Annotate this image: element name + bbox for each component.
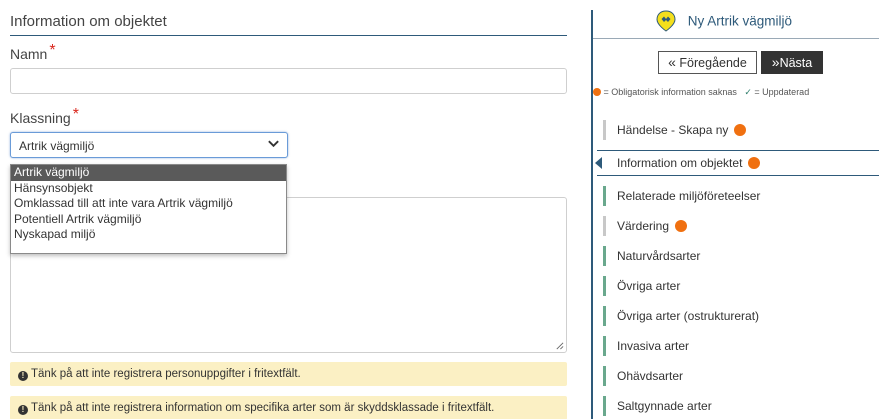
nav-item-label: Övriga arter (ostrukturerat) bbox=[617, 309, 760, 323]
next-button-label: Nästa bbox=[779, 56, 813, 70]
missing-info-dot-icon bbox=[675, 220, 688, 232]
nav-item-label: Övriga arter bbox=[617, 279, 681, 293]
panel-title: Ny Artrik vägmiljö bbox=[655, 10, 792, 32]
warning-icon: ! bbox=[18, 371, 28, 381]
nav-item-saltgynnade-arter[interactable]: Saltgynnade arter bbox=[603, 396, 879, 416]
nav-item-label: Relaterade miljöföreteelser bbox=[617, 189, 761, 203]
nav-status-bar bbox=[603, 246, 606, 266]
klassning-selected-value: Artrik vägmiljö bbox=[19, 139, 95, 153]
warning-protected-species: ! Tänk på att inte registrera information… bbox=[10, 396, 567, 419]
nav-item-label: Naturvårdsarter bbox=[617, 249, 701, 263]
warning-text: Tänk på att inte registrera personuppgif… bbox=[31, 368, 301, 380]
nav-status-bar bbox=[603, 216, 606, 236]
nav-item-label: Ohävdsarter bbox=[617, 369, 684, 383]
chevron-down-icon bbox=[268, 140, 279, 148]
double-chevron-left-icon: « bbox=[668, 54, 676, 70]
nav-status-bar bbox=[603, 336, 606, 356]
section-divider bbox=[10, 35, 567, 36]
klassning-dropdown-list: Artrik vägmiljö Hänsynsobjekt Omklassad … bbox=[10, 164, 287, 254]
nav-item-vardering[interactable]: Värdering bbox=[603, 216, 879, 236]
klassning-label: Klassning * bbox=[10, 106, 79, 128]
panel-header-divider bbox=[593, 38, 879, 39]
nav-item-relaterade[interactable]: Relaterade miljöföreteelser bbox=[603, 186, 879, 206]
nav-item-label: Händelse - Skapa ny bbox=[617, 123, 729, 137]
double-chevron-right-icon: » bbox=[771, 54, 780, 70]
namn-label-text: Namn bbox=[10, 46, 48, 62]
nav-item-label: Information om objektet bbox=[617, 156, 743, 170]
object-info-form: Information om objektet Namn * Klassning *… bbox=[0, 0, 580, 419]
klassning-option[interactable]: Omklassad till att inte vara Artrik vägm… bbox=[11, 196, 286, 212]
namn-input[interactable] bbox=[10, 68, 567, 94]
klassning-select[interactable]: Artrik vägmiljö bbox=[10, 132, 288, 158]
namn-label: Namn * bbox=[10, 42, 56, 64]
warning-text: Tänk på att inte registrera information … bbox=[31, 402, 495, 414]
warning-icon: ! bbox=[18, 405, 28, 415]
nav-item-ohavdsarter[interactable]: Ohävdsarter bbox=[603, 366, 879, 386]
nav-status-bar bbox=[603, 366, 606, 386]
required-marker: * bbox=[49, 42, 56, 59]
wizard-panel: Ny Artrik vägmiljö « Föregående »Nästa =… bbox=[593, 0, 879, 419]
nav-status-bar bbox=[603, 186, 606, 206]
required-marker: * bbox=[72, 106, 79, 123]
klassning-option[interactable]: Hänsynsobjekt bbox=[11, 181, 286, 197]
klassning-option[interactable]: Potentiell Artrik vägmiljö bbox=[11, 212, 286, 228]
warning-personal-data: ! Tänk på att inte registrera personuppgi… bbox=[10, 362, 567, 386]
klassning-option[interactable]: Artrik vägmiljö bbox=[11, 165, 286, 181]
legend-updated-text: = Uppdaterad bbox=[754, 87, 810, 97]
next-button[interactable]: »Nästa bbox=[761, 51, 823, 74]
checkmark-icon: ✓ bbox=[744, 87, 752, 97]
panel-title-text: Ny Artrik vägmiljö bbox=[687, 13, 793, 29]
missing-info-dot-icon bbox=[748, 157, 761, 169]
nav-item-handelse[interactable]: Händelse - Skapa ny bbox=[603, 120, 879, 140]
nav-item-label: Värdering bbox=[617, 219, 670, 233]
nav-item-ovriga-arter-ostrukturerat[interactable]: Övriga arter (ostrukturerat) bbox=[603, 306, 879, 326]
nav-item-information[interactable]: Information om objektet bbox=[595, 150, 879, 176]
nav-status-bar bbox=[603, 276, 606, 296]
section-title: Information om objektet bbox=[10, 13, 167, 30]
nav-status-bar bbox=[603, 396, 606, 416]
nav-item-label: Saltgynnade arter bbox=[617, 399, 712, 413]
nav-item-ovriga-arter[interactable]: Övriga arter bbox=[603, 276, 879, 296]
missing-info-dot-icon bbox=[734, 124, 747, 136]
artrik-logo-icon bbox=[656, 10, 676, 32]
previous-button-label: Föregående bbox=[679, 56, 747, 70]
active-arrow-icon bbox=[595, 157, 602, 169]
klassning-label-text: Klassning bbox=[10, 110, 71, 126]
previous-button[interactable]: « Föregående bbox=[658, 51, 757, 74]
nav-item-invasiva-arter[interactable]: Invasiva arter bbox=[603, 336, 879, 356]
nav-status-bar bbox=[603, 120, 606, 140]
nav-item-label: Invasiva arter bbox=[617, 339, 690, 353]
nav-status-bar bbox=[603, 306, 606, 326]
resize-grip-icon[interactable] bbox=[555, 341, 564, 350]
status-legend: = Obligatorisk information saknas ✓ = Up… bbox=[593, 87, 809, 98]
legend-missing-text: = Obligatorisk information saknas bbox=[603, 87, 737, 97]
nav-item-naturvardsarter[interactable]: Naturvårdsarter bbox=[603, 246, 879, 266]
klassning-option[interactable]: Nyskapad miljö bbox=[11, 227, 286, 243]
missing-info-dot-icon bbox=[593, 88, 601, 96]
